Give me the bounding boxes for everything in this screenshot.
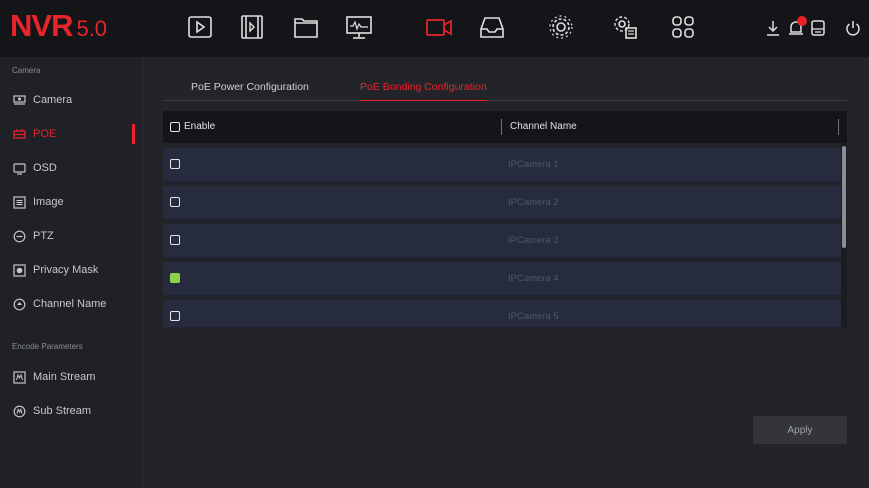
apply-button[interactable]: Apply <box>753 416 847 444</box>
system-icon[interactable] <box>607 9 643 45</box>
sidebar-item-image[interactable]: Image <box>0 187 143 217</box>
storage-icon[interactable] <box>474 9 510 45</box>
row-enable-checkbox[interactable] <box>170 159 180 169</box>
hdd-icon[interactable] <box>808 18 828 38</box>
sidebar-item-privacy-mask[interactable]: Privacy Mask <box>0 255 143 285</box>
table-header: Enable Channel Name <box>163 111 847 143</box>
sidebar-item-label: Channel Name <box>33 298 107 310</box>
main-stream-icon <box>13 370 26 384</box>
tab-bar: PoE Power Configuration PoE Bonding Conf… <box>163 75 847 101</box>
logo: NVR 5.0 <box>10 8 107 44</box>
sidebar-item-ptz[interactable]: PTZ <box>0 221 143 251</box>
table-row[interactable]: IPCamera 1 <box>163 148 841 183</box>
sidebar-item-label: Main Stream <box>33 371 96 383</box>
poe-icon <box>13 128 26 141</box>
camera-icon[interactable] <box>421 9 457 45</box>
sidebar-item-poe[interactable]: POE <box>0 119 143 149</box>
enable-header-label: Enable <box>184 121 216 132</box>
ptz-icon <box>13 230 26 243</box>
sidebar-item-sub-stream[interactable]: Sub Stream <box>0 396 143 426</box>
row-channel-name: IPCamera 5 <box>508 311 559 322</box>
tab-poe-bonding-configuration[interactable]: PoE Bonding Configuration <box>360 81 487 101</box>
image-icon <box>13 195 26 209</box>
select-all-checkbox[interactable] <box>170 121 180 132</box>
camera-icon <box>13 94 26 107</box>
row-enable-checkbox[interactable] <box>170 273 180 283</box>
scrollbar-thumb[interactable] <box>842 146 846 248</box>
files-icon[interactable] <box>288 9 324 45</box>
row-channel-name: IPCamera 1 <box>508 159 559 170</box>
monitor-icon[interactable] <box>341 9 377 45</box>
sidebar-item-label: Camera <box>33 94 73 106</box>
sidebar-item-channel-name[interactable]: Channel Name <box>0 289 143 319</box>
section-label-encode: Encode Parameters <box>12 342 83 351</box>
row-channel-name: IPCamera 2 <box>508 197 559 208</box>
column-divider[interactable] <box>501 119 502 135</box>
sidebar-item-label: PTZ <box>33 230 54 242</box>
row-channel-name: IPCamera 3 <box>508 235 559 246</box>
table-row[interactable]: IPCamera 2 <box>163 186 841 221</box>
section-label-camera: Camera <box>12 66 41 75</box>
channel-name-icon <box>13 298 26 311</box>
playback-icon[interactable] <box>182 9 218 45</box>
table-row[interactable]: IPCamera 5 <box>163 300 841 327</box>
top-bar: NVR 5.0 <box>0 0 869 57</box>
sidebar-item-main-stream[interactable]: Main Stream <box>0 362 143 392</box>
sidebar-item-camera[interactable]: Camera <box>0 85 143 115</box>
table-scrollbar[interactable] <box>841 143 847 327</box>
main-content: PoE Power Configuration PoE Bonding Conf… <box>143 57 869 488</box>
sidebar-item-label: OSD <box>33 162 57 174</box>
download-icon[interactable] <box>763 18 783 38</box>
alarm-badge-icon <box>797 16 807 26</box>
table-row[interactable]: IPCamera 4 <box>163 262 841 297</box>
row-enable-checkbox[interactable] <box>170 311 180 321</box>
sidebar-item-label: POE <box>33 128 57 140</box>
privacy-mask-icon <box>13 263 26 277</box>
enable-header: Enable <box>170 121 215 132</box>
tab-poe-power-configuration[interactable]: PoE Power Configuration <box>191 81 309 101</box>
column-divider[interactable] <box>838 119 839 135</box>
sidebar: Camera Camera POE OSD Image PTZ Privacy … <box>0 57 143 488</box>
table-row[interactable]: IPCamera 3 <box>163 224 841 259</box>
multiview-icon[interactable] <box>665 9 701 45</box>
video-clip-icon[interactable] <box>234 9 270 45</box>
sidebar-item-osd[interactable]: OSD <box>0 153 143 183</box>
osd-icon <box>13 162 26 175</box>
logo-text: NVR <box>10 8 73 43</box>
alarm-icon[interactable] <box>786 16 807 38</box>
settings-icon[interactable] <box>543 9 579 45</box>
row-enable-checkbox[interactable] <box>170 235 180 245</box>
channel-name-header: Channel Name <box>510 121 577 132</box>
sidebar-item-label: Image <box>33 196 64 208</box>
sidebar-item-label: Privacy Mask <box>33 264 99 276</box>
row-channel-name: IPCamera 4 <box>508 273 559 284</box>
logo-version: 5.0 <box>76 16 108 41</box>
sub-stream-icon <box>13 405 26 418</box>
power-icon[interactable] <box>843 18 863 38</box>
channel-table: Enable Channel Name IPCamera 1 IPCamera … <box>163 111 847 327</box>
row-enable-checkbox[interactable] <box>170 197 180 207</box>
nvr-app: NVR 5.0 Camera Camera POE OSD Image PTZ … <box>0 0 869 488</box>
sidebar-item-label: Sub Stream <box>33 405 92 417</box>
